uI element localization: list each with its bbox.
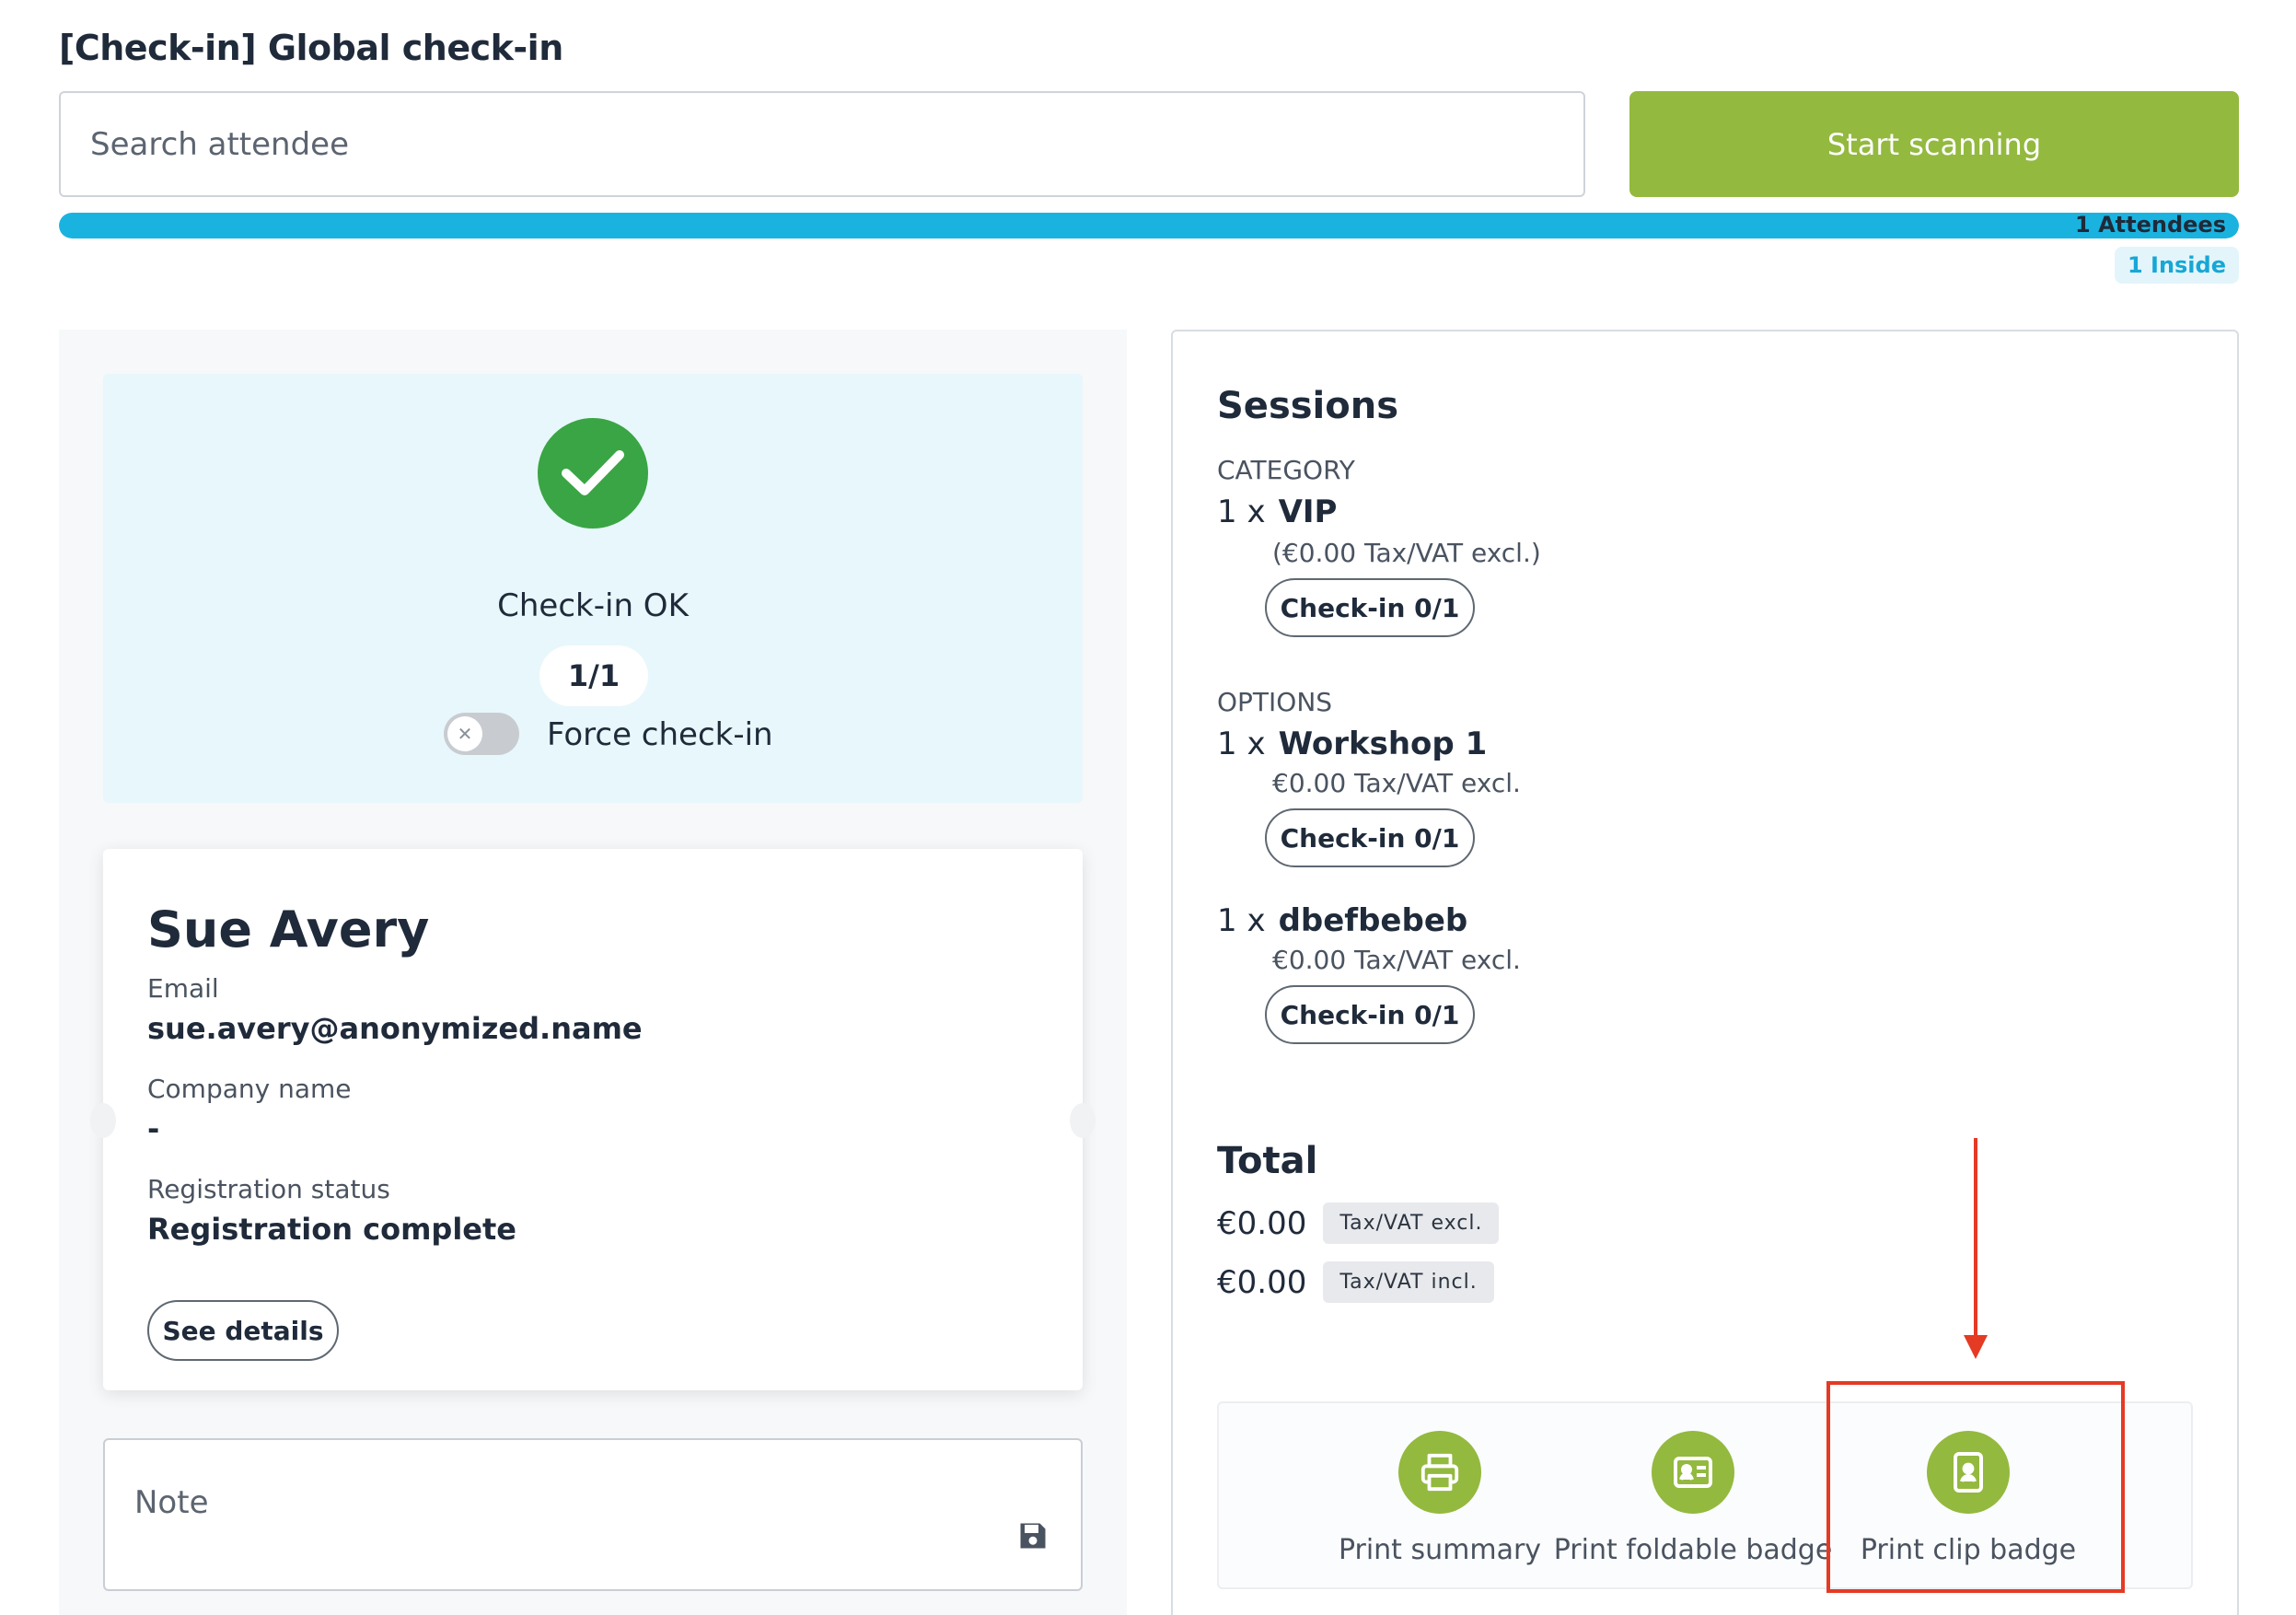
total-amount: €0.00: [1217, 1263, 1307, 1301]
item-name: VIP: [1278, 494, 1338, 530]
card-notch-right: [1070, 1103, 1096, 1138]
print-summary-label: Print summary: [1338, 1534, 1542, 1566]
page-title: [Check-in] Global check-in: [59, 28, 563, 68]
annotation-arrow: [1974, 1138, 1977, 1337]
start-scanning-button[interactable]: Start scanning: [1629, 91, 2239, 197]
search-field[interactable]: [59, 91, 1585, 197]
toggle-off-icon: ✕: [447, 716, 482, 751]
attendees-count-label: 1 Attendees: [2075, 212, 2226, 238]
checkin-option2-button[interactable]: Check-in 0/1: [1265, 985, 1475, 1044]
progress-fill: [59, 213, 2239, 238]
id-card-icon: [1652, 1431, 1734, 1514]
category-label: CATEGORY: [1217, 455, 1355, 485]
item-price: €0.00 Tax/VAT excl.: [1272, 768, 1521, 798]
tax-badge: Tax/VAT incl.: [1323, 1261, 1494, 1303]
attendee-card: Sue Avery Email sue.avery@anonymized.nam…: [90, 849, 1096, 1390]
checkin-workshop-button[interactable]: Check-in 0/1: [1265, 808, 1475, 867]
force-checkin-toggle[interactable]: ✕: [444, 713, 519, 755]
annotation-highlight-box: [1826, 1381, 2125, 1593]
checkin-vip-button[interactable]: Check-in 0/1: [1265, 578, 1475, 637]
card-notch-left: [90, 1103, 116, 1138]
option-item: 1 x dbefbebeb: [1217, 902, 1467, 939]
registration-status-value: Registration complete: [147, 1212, 516, 1247]
email-value: sue.avery@anonymized.name: [147, 1011, 643, 1046]
item-name: Workshop 1: [1278, 726, 1488, 762]
force-checkin-label: Force check-in: [547, 716, 773, 753]
note-field[interactable]: [103, 1438, 1083, 1591]
sessions-title: Sessions: [1217, 385, 1399, 427]
options-label: OPTIONS: [1217, 687, 1333, 717]
attendee-name: Sue Avery: [147, 900, 430, 959]
company-label: Company name: [147, 1074, 352, 1104]
checkin-count-pill: 1/1: [539, 645, 648, 706]
save-icon[interactable]: [1016, 1519, 1049, 1556]
left-panel: Check-in OK 1/1 ✕ Force check-in Sue Ave…: [59, 330, 1127, 1615]
print-summary-button[interactable]: Print summary: [1320, 1431, 1560, 1566]
inside-count-badge: 1 Inside: [2114, 247, 2239, 284]
item-quantity: 1 x: [1217, 726, 1266, 762]
email-label: Email: [147, 973, 219, 1004]
print-foldable-badge-label: Print foldable badge: [1553, 1534, 1833, 1566]
print-foldable-badge-button[interactable]: Print foldable badge: [1554, 1431, 1832, 1566]
item-price: €0.00 Tax/VAT excl.: [1272, 945, 1521, 975]
item-price: (€0.00 Tax/VAT excl.): [1272, 538, 1541, 568]
checkin-status-card: Check-in OK 1/1 ✕ Force check-in: [103, 374, 1083, 803]
total-row-excl: €0.00 Tax/VAT excl.: [1217, 1203, 1500, 1244]
checkmark-icon: [538, 418, 648, 529]
company-value: -: [147, 1111, 160, 1146]
see-details-button[interactable]: See details: [147, 1300, 339, 1361]
category-item: 1 x VIP: [1217, 494, 1337, 530]
registration-status-label: Registration status: [147, 1174, 390, 1204]
item-name: dbefbebeb: [1278, 902, 1468, 939]
total-amount: €0.00: [1217, 1204, 1307, 1242]
annotation-arrow-head: [1964, 1335, 1988, 1359]
search-input[interactable]: [90, 125, 1554, 163]
total-row-incl: €0.00 Tax/VAT incl.: [1217, 1261, 1494, 1303]
printer-icon: [1398, 1431, 1481, 1514]
attendee-progress-bar: [59, 213, 2239, 238]
item-quantity: 1 x: [1217, 494, 1266, 530]
total-title: Total: [1217, 1140, 1318, 1182]
item-quantity: 1 x: [1217, 902, 1266, 939]
checkin-status-text: Check-in OK: [497, 587, 689, 624]
option-item: 1 x Workshop 1: [1217, 726, 1487, 762]
note-input[interactable]: [134, 1484, 1051, 1545]
tax-badge: Tax/VAT excl.: [1323, 1203, 1500, 1244]
